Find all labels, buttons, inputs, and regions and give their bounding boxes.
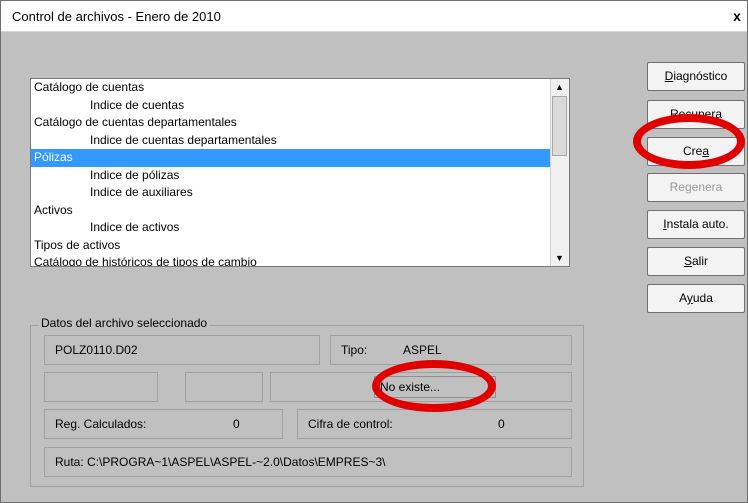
btn-label-mnemonic: D — [664, 69, 674, 83]
blank-field-1 — [44, 372, 158, 402]
scroll-thumb[interactable] — [552, 96, 567, 156]
reg-calculados-label: Reg. Calculados: — [55, 417, 147, 431]
title-bar[interactable]: Control de archivos - Enero de 2010 x — [1, 1, 747, 32]
filename-value: POLZ0110.D02 — [55, 343, 138, 357]
file-list-item[interactable]: Tipos de activos — [31, 237, 551, 255]
annotation-ring-crea — [633, 114, 745, 169]
file-list-item[interactable]: Indice de cuentas — [31, 97, 551, 115]
file-list-item[interactable]: Activos — [31, 202, 551, 220]
close-icon[interactable]: x — [729, 8, 745, 24]
salir-button[interactable]: Salir — [647, 247, 745, 276]
btn-label-pre: Re — [669, 180, 685, 194]
file-list-item[interactable]: Catálogo de cuentas — [31, 79, 551, 97]
scroll-down-arrow-icon[interactable]: ▼ — [551, 250, 568, 266]
file-list-item[interactable]: Indice de pólizas — [31, 167, 551, 185]
btn-label-post: alir — [692, 254, 709, 268]
file-list-item[interactable]: Indice de auxiliares — [31, 184, 551, 202]
ayuda-button[interactable]: Ayuda — [647, 284, 745, 313]
btn-label-post: nstala auto. — [666, 217, 729, 231]
file-list[interactable]: Catálogo de cuentas Indice de cuentas Catá… — [30, 78, 570, 267]
file-list-item[interactable]: Indice de cuentas departamentales — [31, 132, 551, 150]
tipo-label: Tipo: — [341, 343, 368, 357]
btn-label-mnemonic: S — [683, 254, 692, 268]
control-archivos-window: Control de archivos - Enero de 2010 x Ca… — [0, 0, 748, 503]
diagnostico-button[interactable]: Diagnóstico — [647, 62, 745, 91]
ruta-field: Ruta: C:\PROGRA~1\ASPEL\ASPEL-~2.0\Datos… — [44, 447, 572, 477]
cifra-control-label: Cifra de control: — [308, 417, 393, 431]
reg-calculados-field: Reg. Calculados: 0 — [44, 409, 283, 439]
btn-label-mnemonic: g — [684, 180, 692, 194]
annotation-ring-no-existe — [372, 360, 496, 412]
file-list-item[interactable]: Catálogo de históricos de tipos de cambi… — [31, 254, 551, 266]
btn-label-post: enera — [691, 180, 723, 194]
btn-label-post: uda — [692, 291, 713, 305]
file-list-scrollbar[interactable]: ▲ ▼ — [550, 79, 569, 266]
ruta-value: C:\PROGRA~1\ASPEL\ASPEL-~2.0\Datos\EMPRE… — [87, 455, 386, 469]
btn-label-pre: A — [679, 291, 687, 305]
filename-field: POLZ0110.D02 — [44, 335, 320, 365]
instala-auto-button[interactable]: Instala auto. — [647, 210, 745, 239]
scroll-up-arrow-icon[interactable]: ▲ — [551, 79, 568, 95]
selected-file-group-title: Datos del archivo seleccionado — [38, 316, 211, 330]
reg-calculados-value: 0 — [233, 417, 240, 431]
file-list-item[interactable]: Pólizas — [31, 149, 551, 167]
ruta-label: Ruta: — [55, 455, 84, 469]
file-list-items: Catálogo de cuentas Indice de cuentas Catá… — [31, 79, 551, 266]
regenera-button[interactable]: Regenera — [647, 173, 745, 202]
blank-field-2 — [185, 372, 263, 402]
cifra-control-value: 0 — [498, 417, 505, 431]
cifra-control-field: Cifra de control: 0 — [297, 409, 572, 439]
file-list-item[interactable]: Indice de activos — [31, 219, 551, 237]
btn-label-post: iagnóstico — [673, 69, 728, 83]
file-list-item[interactable]: Catálogo de cuentas departamentales — [31, 114, 551, 132]
window-title: Control de archivos - Enero de 2010 — [12, 9, 221, 24]
